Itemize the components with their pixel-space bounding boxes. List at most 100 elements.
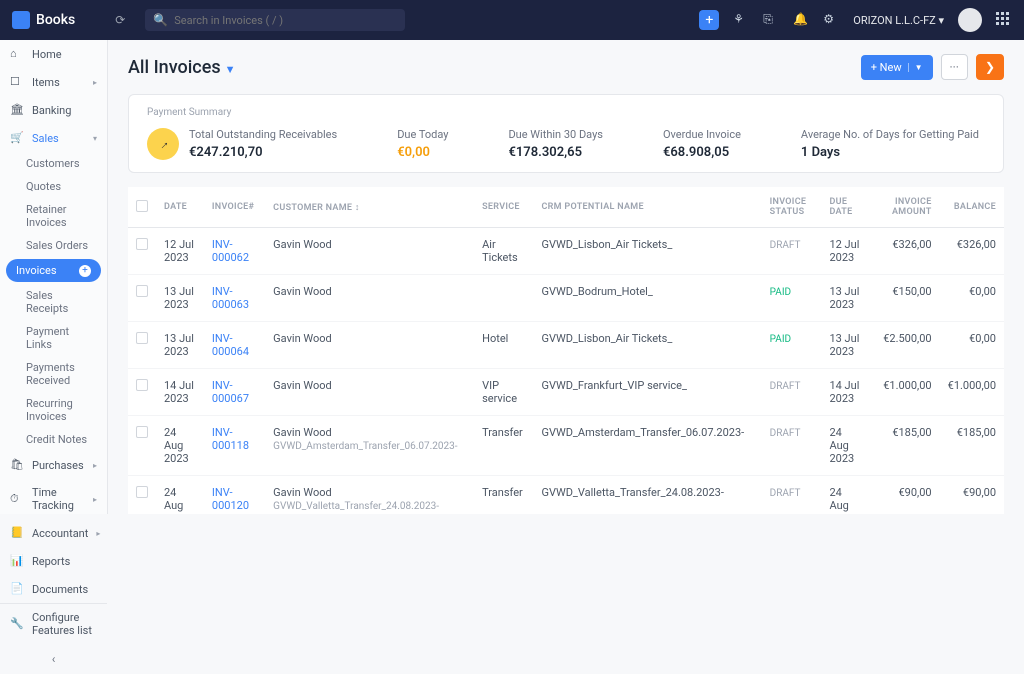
col-amount[interactable]: INVOICE AMOUNT bbox=[869, 187, 939, 228]
col-date[interactable]: DATE bbox=[156, 187, 204, 228]
invoice-link[interactable]: INV-000120 bbox=[212, 486, 249, 512]
sidebar-toggle-button[interactable]: ❯ bbox=[976, 54, 1004, 80]
row-checkbox[interactable] bbox=[136, 285, 148, 297]
nav-reports[interactable]: 📊Reports bbox=[0, 547, 107, 575]
invoice-link[interactable]: INV-000067 bbox=[212, 379, 249, 405]
metric-label: Average No. of Days for Getting Paid bbox=[801, 128, 979, 141]
org-switcher[interactable]: ORIZON L.L.C-FZ ▾ bbox=[853, 14, 944, 27]
cell-service: VIP service bbox=[474, 369, 533, 416]
metric-value: €178.302,65 bbox=[508, 145, 603, 160]
col-status[interactable]: INVOICE STATUS bbox=[762, 187, 822, 228]
home-icon: ⌂ bbox=[10, 47, 24, 61]
invoices-table: DATE INVOICE# CUSTOMER NAME ↕ SERVICE CR… bbox=[128, 187, 1004, 514]
nav-home[interactable]: ⌂Home bbox=[0, 40, 107, 68]
col-balance[interactable]: BALANCE bbox=[940, 187, 1004, 228]
page-title[interactable]: All Invoices▼ bbox=[128, 57, 236, 78]
main-content: All Invoices▼ + New▼ ··· ❯ Payment Summa… bbox=[108, 40, 1024, 514]
invoice-link[interactable]: INV-000064 bbox=[212, 332, 249, 358]
metric-value: €247.210,70 bbox=[189, 145, 337, 160]
folder-icon[interactable]: ⎘ bbox=[763, 12, 779, 28]
chevron-down-icon: ▼ bbox=[225, 63, 236, 76]
nav-quotes[interactable]: Quotes bbox=[0, 175, 107, 198]
nav-credit-notes[interactable]: Credit Notes bbox=[0, 428, 107, 451]
nav-sales[interactable]: 🛒Sales bbox=[0, 124, 107, 152]
nav-sales-orders[interactable]: Sales Orders bbox=[0, 234, 107, 257]
nav-documents[interactable]: 📄Documents bbox=[0, 575, 107, 603]
app-name: Books bbox=[36, 12, 75, 28]
nav-purchases[interactable]: 🛍Purchases bbox=[0, 451, 107, 479]
cell-crm: GVWD_Lisbon_Air Tickets_ bbox=[533, 228, 761, 275]
col-invoice[interactable]: INVOICE# bbox=[204, 187, 265, 228]
nav-time-tracking[interactable]: ⏱Time Tracking bbox=[0, 479, 107, 519]
table-row[interactable]: 12 Jul 2023INV-000062Gavin WoodAir Ticke… bbox=[128, 228, 1004, 275]
nav-sales-receipts[interactable]: Sales Receipts bbox=[0, 284, 107, 320]
cell-date: 14 Jul 2023 bbox=[156, 369, 204, 416]
sidebar-collapse-button[interactable]: ‹ bbox=[0, 644, 107, 674]
table-row[interactable]: 13 Jul 2023INV-000064Gavin WoodHotelGVWD… bbox=[128, 322, 1004, 369]
nav-recurring-invoices[interactable]: Recurring Invoices bbox=[0, 392, 107, 428]
nav-items[interactable]: ☐Items bbox=[0, 68, 107, 96]
more-actions-button[interactable]: ··· bbox=[941, 54, 968, 80]
col-due[interactable]: DUE DATE bbox=[821, 187, 869, 228]
apps-grid-icon[interactable] bbox=[996, 12, 1012, 28]
cell-customer: Gavin Wood bbox=[265, 369, 474, 416]
nav-accountant[interactable]: 📒Accountant bbox=[0, 519, 107, 547]
cart-icon: 🛒 bbox=[10, 131, 24, 145]
invoice-link[interactable]: INV-000063 bbox=[212, 285, 249, 311]
metric-value: €68.908,05 bbox=[663, 145, 741, 160]
nav-customers[interactable]: Customers bbox=[0, 152, 107, 175]
nav-invoices[interactable]: Invoices bbox=[6, 259, 101, 282]
table-row[interactable]: 24 Aug 2023INV-000120Gavin WoodGVWD_Vall… bbox=[128, 476, 1004, 515]
bell-icon[interactable]: 🔔 bbox=[793, 12, 809, 28]
search-input[interactable] bbox=[174, 14, 397, 27]
chevron-down-icon[interactable]: ▼ bbox=[908, 63, 923, 72]
nav-payment-links[interactable]: Payment Links bbox=[0, 320, 107, 356]
row-checkbox[interactable] bbox=[136, 379, 148, 391]
cell-invoice: INV-000063 bbox=[204, 275, 265, 322]
cell-due: 14 Jul 2023 bbox=[821, 369, 869, 416]
wrench-icon: 🔧 bbox=[10, 617, 24, 631]
cell-crm: GVWD_Amsterdam_Transfer_06.07.2023- bbox=[533, 416, 761, 476]
col-crm[interactable]: CRM POTENTIAL NAME bbox=[533, 187, 761, 228]
global-search[interactable]: 🔍 bbox=[145, 9, 405, 31]
cell-date: 13 Jul 2023 bbox=[156, 322, 204, 369]
cell-service: Transfer bbox=[474, 476, 533, 515]
row-checkbox[interactable] bbox=[136, 238, 148, 250]
nav-banking[interactable]: 🏛Banking bbox=[0, 96, 107, 124]
table-row[interactable]: 24 Aug 2023INV-000118Gavin WoodGVWD_Amst… bbox=[128, 416, 1004, 476]
cell-amount: €150,00 bbox=[869, 275, 939, 322]
refresh-icon[interactable]: ⟳ bbox=[115, 13, 125, 27]
col-customer[interactable]: CUSTOMER NAME ↕ bbox=[265, 187, 474, 228]
table-row[interactable]: 14 Jul 2023 INV-000067 Gavin WoodVIP servi… bbox=[128, 369, 1004, 416]
select-all-checkbox[interactable] bbox=[136, 200, 148, 212]
cell-balance: €326,00 bbox=[940, 228, 1004, 275]
new-invoice-button[interactable]: + New▼ bbox=[861, 55, 933, 80]
nav-payments-received[interactable]: Payments Received bbox=[0, 356, 107, 392]
invoice-link[interactable]: INV-000118 bbox=[212, 426, 249, 452]
cell-date: 13 Jul 2023 bbox=[156, 275, 204, 322]
col-service[interactable]: SERVICE bbox=[474, 187, 533, 228]
cell-due: 24 Aug 2023 bbox=[821, 476, 869, 515]
cell-status: PAID bbox=[762, 275, 822, 322]
row-checkbox[interactable] bbox=[136, 332, 148, 344]
users-icon[interactable]: ⚘ bbox=[733, 12, 749, 28]
sidebar: ⌂Home ☐Items 🏛Banking 🛒Sales Customers Q… bbox=[0, 40, 108, 514]
nav-retainer-invoices[interactable]: Retainer Invoices bbox=[0, 198, 107, 234]
table-row[interactable]: 13 Jul 2023INV-000063Gavin WoodGVWD_Bodr… bbox=[128, 275, 1004, 322]
gear-icon[interactable]: ⚙ bbox=[823, 12, 839, 28]
row-checkbox[interactable] bbox=[136, 426, 148, 438]
metric-label: Due Within 30 Days bbox=[508, 128, 603, 141]
cell-amount: €326,00 bbox=[869, 228, 939, 275]
app-logo[interactable]: Books bbox=[12, 11, 75, 29]
cell-status: DRAFT bbox=[762, 228, 822, 275]
cell-invoice: INV-000062 bbox=[204, 228, 265, 275]
cell-status: DRAFT bbox=[762, 369, 822, 416]
avatar[interactable] bbox=[958, 8, 982, 32]
nav-configure-features[interactable]: 🔧Configure Features list bbox=[0, 604, 107, 644]
quick-add-button[interactable]: + bbox=[699, 10, 719, 30]
logo-icon bbox=[12, 11, 30, 29]
metric-label: Overdue Invoice bbox=[663, 128, 741, 141]
cell-invoice: INV-000120 bbox=[204, 476, 265, 515]
invoice-link[interactable]: INV-000062 bbox=[212, 238, 249, 264]
row-checkbox[interactable] bbox=[136, 486, 148, 498]
